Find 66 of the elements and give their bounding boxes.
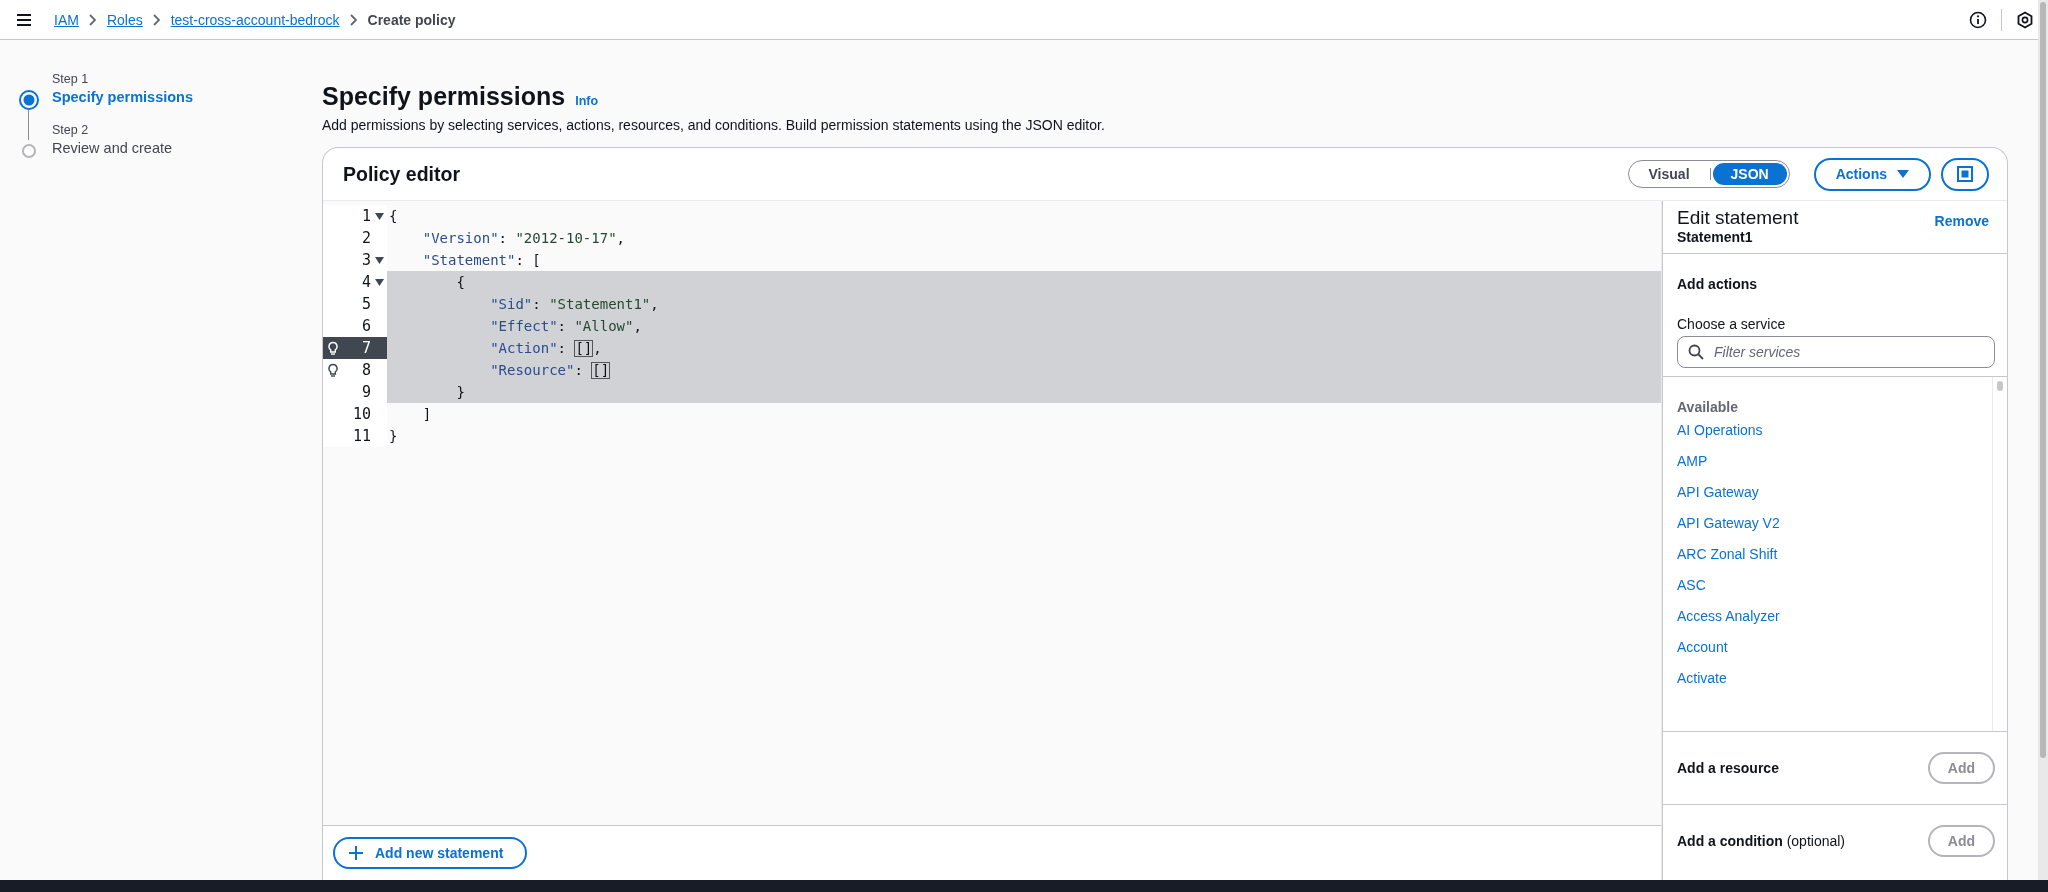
actions-button[interactable]: Actions	[1813, 157, 1931, 191]
code-line: }	[388, 427, 399, 446]
code-line: "Statement": [	[421, 251, 542, 270]
service-link[interactable]: Access Analyzer	[1677, 607, 1780, 638]
code-line: {	[388, 207, 399, 226]
hexagon-icon	[2016, 10, 2034, 29]
line-number: 8	[361, 361, 372, 379]
line-number: 10	[352, 405, 372, 423]
line-number: 6	[361, 317, 372, 335]
chevron-right-icon	[88, 13, 97, 26]
service-link[interactable]: ASC	[1677, 576, 1706, 607]
step-label: Step 2	[52, 123, 90, 137]
filter-field[interactable]: Filter services	[1677, 336, 1995, 368]
fold-arrow-icon	[374, 212, 384, 220]
info-link[interactable]: Info	[575, 94, 599, 108]
service-link[interactable]: API Gateway	[1677, 483, 1759, 514]
line-number: 1	[361, 207, 372, 225]
line-number: 9	[361, 383, 372, 401]
field-label: Choose a service	[1677, 316, 1787, 332]
fullscreen-button[interactable]	[1941, 157, 1989, 191]
service-link[interactable]: Activate	[1677, 669, 1727, 700]
breadcrumb-link[interactable]: IAM	[54, 11, 79, 28]
section-heading: Add actions	[1677, 276, 1759, 292]
service-link[interactable]: API Gateway V2	[1677, 514, 1780, 545]
line-number: 3	[361, 251, 372, 269]
statement-name: Statement1	[1677, 229, 1754, 245]
chevron-right-icon	[152, 13, 161, 26]
section-heading: Add a condition (optional)	[1677, 833, 1846, 849]
page-description: Add permissions by selecting services, actions, resources, and conditions. Build permission statements using the JSON editor.	[322, 117, 1106, 133]
service-link[interactable]: ARC Zonal Shift	[1677, 545, 1778, 576]
editor-title: Policy editor	[343, 162, 462, 186]
add-statement-button[interactable]: Add new statement	[333, 837, 528, 869]
code-line: ]	[421, 405, 433, 424]
menu-icon	[16, 12, 32, 27]
square-icon	[1957, 166, 1973, 182]
code-editor[interactable]: 1 { 2 "Version": "2012-10-17", 3 "Statement": [ 4 { 5 "Sid": "Statement1", 6 "Effect": "Allow", 7 "Action": [], 8 "Resource": [] 9 } 10 ] 11 } Add new statement	[323, 201, 1662, 880]
breadcrumb-current: Create policy	[367, 11, 456, 28]
page-title: Specify permissions	[322, 82, 566, 111]
lightbulb-icon	[327, 341, 339, 356]
breadcrumb-link[interactable]: Roles	[106, 11, 143, 28]
info-icon	[1969, 10, 1987, 29]
fold-arrow-icon	[374, 256, 384, 264]
lightbulb-icon	[327, 363, 339, 378]
caret-down-icon	[1897, 169, 1909, 179]
chevron-right-icon	[349, 13, 358, 26]
fold-arrow-icon	[374, 278, 384, 286]
mode-option[interactable]: Visual	[1630, 163, 1708, 185]
step-title[interactable]: Specify permissions	[52, 89, 322, 111]
code-line: "Version": "2012-10-17",	[421, 229, 627, 248]
service-link[interactable]: AI Operations	[1677, 421, 1763, 452]
step-label: Step 1	[52, 72, 90, 86]
breadcrumb-link[interactable]: test-cross-account-bedrock	[170, 11, 340, 28]
remove-link[interactable]: Remove	[1934, 213, 1989, 245]
panel-title: Edit statement	[1677, 207, 1799, 229]
line-number: 4	[361, 273, 372, 291]
line-number: 11	[352, 427, 372, 445]
line-number: 7	[361, 339, 372, 357]
line-number: 2	[361, 229, 372, 247]
service-link[interactable]: Account	[1677, 638, 1728, 669]
list-heading: Available	[1677, 399, 1739, 415]
section-heading: Add a resource	[1677, 760, 1779, 776]
line-number: 5	[361, 295, 372, 313]
plus-icon	[349, 846, 363, 860]
mode-option[interactable]: JSON	[1712, 163, 1787, 185]
step-title[interactable]: Review and create	[52, 140, 322, 162]
service-link[interactable]: AMP	[1677, 452, 1708, 483]
